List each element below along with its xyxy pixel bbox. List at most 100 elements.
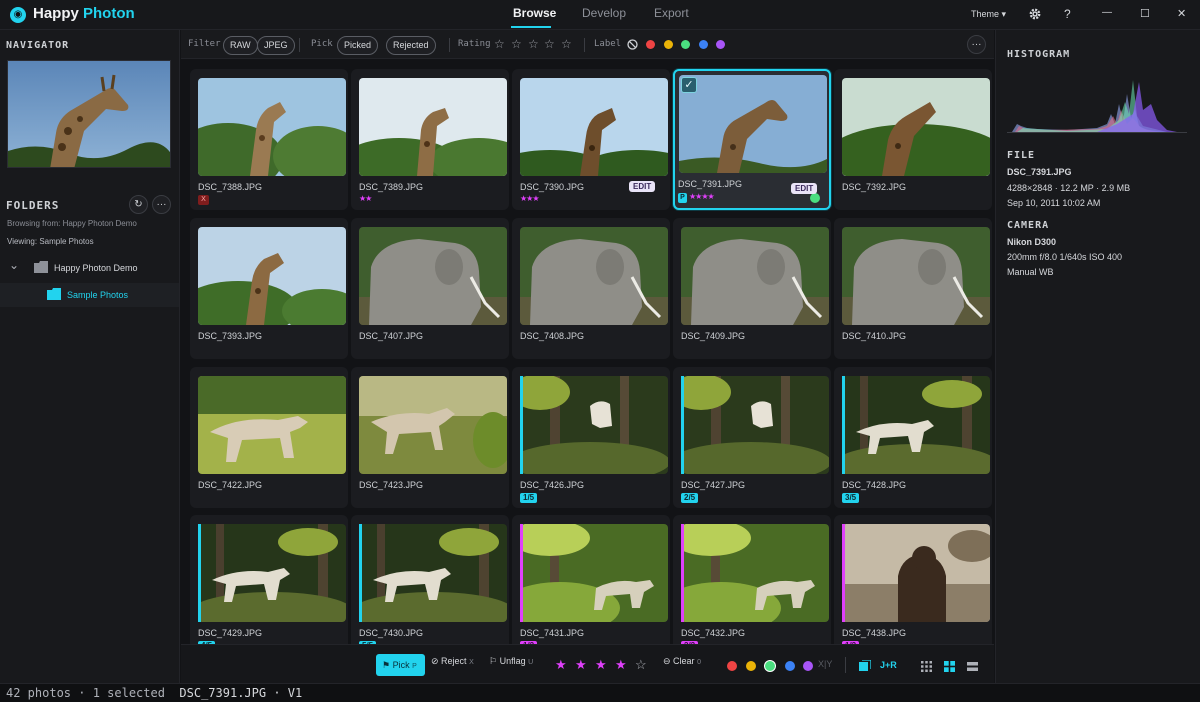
- rate-star-1[interactable]: ★: [555, 657, 567, 673]
- tab-develop[interactable]: Develop: [582, 6, 626, 20]
- filter-more-button[interactable]: ···: [967, 35, 986, 54]
- photo-tile[interactable]: DSC_7438.JPG1/2: [834, 515, 992, 644]
- label-purple-dot[interactable]: [716, 40, 725, 49]
- photo-filename: DSC_7423.JPG: [359, 480, 424, 490]
- set-label-blue[interactable]: [785, 661, 795, 671]
- stack-icon[interactable]: [859, 660, 871, 672]
- file-specs: 4288×2848 · 12.2 MP · 2.9 MB: [1007, 183, 1131, 193]
- filter-picked-chip[interactable]: Picked: [337, 36, 379, 55]
- photo-tile[interactable]: DSC_7391.JPG ✓ P ★★★★ EDIT: [673, 69, 831, 210]
- folders-more-button[interactable]: ···: [152, 195, 171, 214]
- small-grid-icon[interactable]: [921, 661, 932, 672]
- title-bar: ◉ Happy Photon Browse Develop Export The…: [0, 0, 1200, 30]
- chevron-down-icon[interactable]: ⌄: [9, 258, 19, 272]
- folder-selected-row[interactable]: Sample Photos: [0, 283, 179, 307]
- refresh-folders-button[interactable]: ↻: [129, 195, 148, 214]
- pick-button[interactable]: ⚑ Pick P: [376, 654, 425, 676]
- status-counts: 42 photos · 1 selected: [6, 686, 165, 700]
- rating-star-2[interactable]: ☆: [511, 37, 522, 51]
- left-panel: NAVIGATOR FOLDERS ↻ ··· Browsing from: H…: [0, 30, 180, 683]
- rating-star-1[interactable]: ☆: [494, 37, 505, 51]
- viewing-folder: Viewing: Sample Photos: [7, 237, 94, 246]
- rating-star-5[interactable]: ☆: [561, 37, 572, 51]
- rating-star-3[interactable]: ☆: [528, 37, 539, 51]
- photo-tile[interactable]: DSC_7423.JPG: [351, 367, 509, 508]
- close-button[interactable]: ✕: [1177, 7, 1186, 20]
- photo-thumbnail: [359, 227, 507, 325]
- photo-tile[interactable]: DSC_7393.JPG: [190, 218, 348, 359]
- photo-filename: DSC_7410.JPG: [842, 331, 907, 341]
- maximize-button[interactable]: ☐: [1140, 7, 1150, 20]
- photo-tile[interactable]: DSC_7426.JPG 1/5: [512, 367, 670, 508]
- select-checkbox[interactable]: ✓: [681, 77, 697, 93]
- rate-star-2[interactable]: ★: [575, 657, 587, 673]
- photo-tile[interactable]: DSC_7430.JPG5/5: [351, 515, 509, 644]
- rate-star-5[interactable]: ☆: [635, 657, 647, 673]
- photo-thumbnail: [842, 78, 990, 176]
- star-rating: ★★★★: [689, 192, 715, 201]
- photo-tile[interactable]: DSC_7428.JPG 3/5: [834, 367, 992, 508]
- list-view-icon[interactable]: [967, 661, 978, 672]
- photo-tile[interactable]: DSC_7407.JPG: [351, 218, 509, 359]
- photo-filename: DSC_7407.JPG: [359, 331, 424, 341]
- photo-tile[interactable]: DSC_7408.JPG: [512, 218, 670, 359]
- photo-tile[interactable]: DSC_7422.JPG: [190, 367, 348, 508]
- photo-tile[interactable]: DSC_7429.JPG4/5: [190, 515, 348, 644]
- folder-icon: [47, 288, 61, 300]
- navigator-preview[interactable]: [7, 60, 171, 168]
- unflag-key: U: [528, 659, 534, 666]
- no-label-icon[interactable]: [627, 39, 638, 50]
- set-label-red[interactable]: [727, 661, 737, 671]
- label-green-dot[interactable]: [681, 40, 690, 49]
- photo-tile[interactable]: DSC_7432.JPG2/2: [673, 515, 831, 644]
- rating-star-4[interactable]: ☆: [544, 37, 555, 51]
- rate-star-4[interactable]: ★: [615, 657, 627, 673]
- label-yellow-dot[interactable]: [664, 40, 673, 49]
- photo-tile[interactable]: DSC_7427.JPG 2/5: [673, 367, 831, 508]
- label-blue-dot[interactable]: [699, 40, 708, 49]
- tab-export[interactable]: Export: [654, 6, 689, 20]
- rate-star-3[interactable]: ★: [595, 657, 607, 673]
- label-red-dot[interactable]: [646, 40, 655, 49]
- reject-button[interactable]: ⊘ Reject X: [431, 656, 474, 667]
- photo-tile[interactable]: DSC_7410.JPG: [834, 218, 992, 359]
- filter-jpeg-chip[interactable]: JPEG: [257, 36, 295, 55]
- filter-rejected-chip[interactable]: Rejected: [386, 36, 436, 55]
- large-grid-icon[interactable]: [944, 661, 955, 672]
- compare-xy-button[interactable]: X|Y: [818, 659, 832, 669]
- photo-filename: DSC_7422.JPG: [198, 480, 263, 490]
- photo-tile[interactable]: DSC_7388.JPG X: [190, 69, 348, 210]
- rejected-badge: X: [198, 195, 209, 205]
- photo-thumbnail: [681, 227, 829, 325]
- join-raw-button[interactable]: J+R: [880, 660, 897, 670]
- photo-filename: DSC_7392.JPG: [842, 182, 907, 192]
- folders-title: FOLDERS: [6, 199, 60, 212]
- clear-label: Clear: [673, 656, 695, 666]
- star-rating: ★★★: [520, 194, 539, 203]
- photo-tile[interactable]: DSC_7389.JPG ★★: [351, 69, 509, 210]
- stack-position-badge: 1/5: [520, 493, 538, 503]
- theme-dropdown[interactable]: Theme ▾: [971, 9, 1006, 20]
- unflag-button[interactable]: ⚐ Unflag U: [489, 656, 533, 667]
- filter-raw-chip[interactable]: RAW: [223, 36, 258, 55]
- settings-button[interactable]: [1028, 7, 1042, 24]
- photo-thumbnail: [842, 376, 990, 474]
- set-label-green[interactable]: [765, 661, 775, 671]
- photo-thumbnail: [198, 376, 346, 474]
- set-label-yellow[interactable]: [746, 661, 756, 671]
- photo-tile[interactable]: DSC_7390.JPG ★★★ EDIT: [512, 69, 670, 210]
- photo-tile[interactable]: DSC_7409.JPG: [673, 218, 831, 359]
- photo-thumbnail: [842, 227, 990, 325]
- tab-browse[interactable]: Browse: [513, 6, 556, 20]
- stack-indicator: [520, 376, 523, 474]
- filter-label: Filter: [188, 39, 221, 49]
- histogram-title: HISTOGRAM: [1007, 49, 1071, 60]
- folder-root[interactable]: Happy Photon Demo: [54, 263, 138, 273]
- photo-tile[interactable]: DSC_7392.JPG: [834, 69, 992, 210]
- minimize-button[interactable]: —: [1102, 7, 1112, 18]
- photo-tile[interactable]: DSC_7431.JPG1/2: [512, 515, 670, 644]
- set-label-purple[interactable]: [803, 661, 813, 671]
- help-button[interactable]: ?: [1064, 7, 1071, 21]
- clear-rating-button[interactable]: ⊖ Clear 0: [663, 656, 701, 667]
- photo-filename: DSC_7393.JPG: [198, 331, 263, 341]
